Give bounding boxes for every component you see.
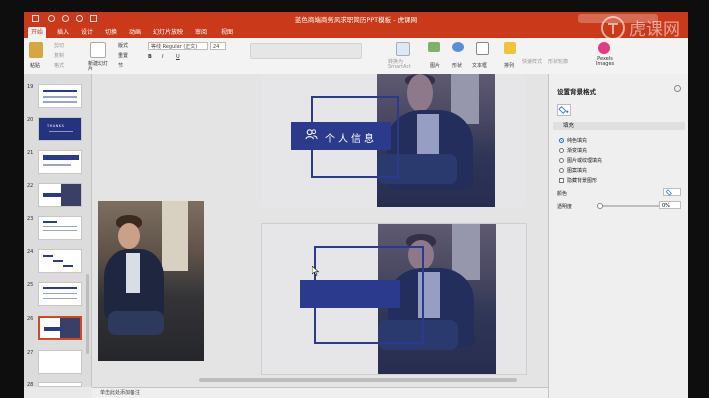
slide-number: 28: [27, 382, 34, 388]
tab-view[interactable]: 视图: [218, 27, 236, 38]
slide-number: 20: [27, 117, 34, 123]
picture-label: 图片: [430, 63, 441, 69]
slide-thumbnail-27[interactable]: [38, 350, 82, 374]
shape-icon[interactable]: [452, 42, 464, 52]
option-label: 图案填充: [567, 168, 588, 174]
tab-animations[interactable]: 动画: [126, 27, 144, 38]
color-label: 颜色: [557, 191, 568, 197]
font-name-select[interactable]: 等线 Regular (正文): [148, 42, 208, 50]
textbox-icon[interactable]: [476, 42, 489, 55]
shape-outline-button[interactable]: 形状轮廓: [548, 58, 568, 65]
slide-thumbnail-25[interactable]: [38, 282, 82, 306]
bold-icon[interactable]: B: [148, 54, 152, 60]
tab-home[interactable]: 开始: [28, 27, 47, 38]
loose-photo[interactable]: [98, 201, 204, 361]
solid-fill-radio[interactable]: [559, 138, 564, 143]
tab-design[interactable]: 设计: [78, 27, 96, 38]
reset-button[interactable]: 重置: [118, 52, 128, 59]
section-button[interactable]: 节: [118, 62, 123, 69]
option-label: 图片或纹理填充: [567, 158, 603, 164]
slide-top[interactable]: 个人信息: [261, 74, 525, 207]
slide-thumbnail-19[interactable]: [38, 84, 82, 108]
slide-number: 19: [27, 84, 34, 90]
layout-button[interactable]: 版式: [118, 42, 128, 49]
notes-pane[interactable]: 单击此处添加备注: [92, 387, 548, 398]
option-label: 隐藏背景图形: [567, 178, 598, 184]
slide-number: 27: [27, 350, 34, 356]
color-picker[interactable]: [663, 188, 681, 196]
transparency-input[interactable]: 0%: [659, 201, 681, 209]
picture-icon[interactable]: [428, 42, 440, 52]
mouse-cursor-icon: [312, 266, 320, 276]
option-label: 渐变填充: [567, 148, 588, 154]
thumbnail-scrollbar[interactable]: [86, 274, 89, 354]
pexels-label: Pexels Images: [595, 56, 615, 67]
huke-watermark-logo: 虎课网: [601, 16, 680, 40]
slide-thumbnail-28[interactable]: [38, 382, 82, 387]
gradient-fill-radio[interactable]: [559, 148, 564, 153]
slide-thumbnail-23[interactable]: [38, 216, 82, 240]
new-slide-icon[interactable]: [90, 42, 106, 58]
picture-fill-radio[interactable]: [559, 158, 564, 163]
pattern-fill-radio[interactable]: [559, 168, 564, 173]
slide-thumbnail-24[interactable]: [38, 249, 82, 273]
copy-button[interactable]: 复制: [54, 52, 64, 59]
slide-number: 25: [27, 282, 34, 288]
arrange-label: 排列: [504, 63, 515, 69]
ribbon-toolbar: 粘贴 剪切 复制 格式 新建幻灯片 版式 重置 节 等线 Regular (正文…: [24, 38, 688, 75]
slide-thumbnail-21[interactable]: [38, 150, 82, 174]
slide-thumbnail-22[interactable]: [38, 183, 82, 207]
quick-styles-button[interactable]: 快速样式: [522, 58, 542, 65]
arrange-icon[interactable]: [504, 42, 516, 54]
fill-section-header[interactable]: 填充: [553, 122, 685, 130]
paste-label: 粘贴: [30, 63, 41, 69]
paste-icon[interactable]: [29, 42, 43, 58]
ribbon-tabs: 开始 插入 设计 切换 动画 幻灯片放映 审阅 视图: [24, 26, 688, 38]
paint-bucket-icon: [666, 189, 672, 196]
smartart-icon[interactable]: [396, 42, 410, 56]
paragraph-group: [250, 43, 362, 59]
textbox-label: 文本框: [472, 63, 488, 69]
font-size-select[interactable]: 24: [210, 42, 226, 50]
tab-insert[interactable]: 插入: [54, 27, 72, 38]
slide-heading: 个人信息: [325, 134, 377, 145]
shape-label: 形状: [452, 63, 463, 69]
fill-bucket-icon[interactable]: [557, 104, 571, 116]
slide-number: 23: [27, 216, 34, 222]
slide-number: 22: [27, 183, 34, 189]
selected-rectangle[interactable]: [300, 280, 400, 308]
tab-review[interactable]: 审阅: [192, 27, 210, 38]
cut-button[interactable]: 剪切: [54, 42, 64, 49]
slider-knob[interactable]: [597, 203, 603, 209]
transparency-label: 透明度: [557, 204, 573, 210]
new-slide-label: 新建幻灯片: [88, 61, 109, 72]
hide-background-checkbox[interactable]: [559, 178, 564, 183]
user-group-icon: [305, 129, 318, 140]
underline-icon[interactable]: U: [176, 54, 180, 60]
svg-text:虎课网: 虎课网: [629, 20, 680, 40]
italic-icon[interactable]: I: [162, 54, 163, 60]
title-bar: 蓝色商端商务风求职简历PPT模板 - 虎课网: [24, 12, 688, 26]
slide-canvas: 个人信息: [92, 74, 548, 387]
pane-title: 设置背景格式: [557, 88, 596, 96]
close-icon[interactable]: [674, 85, 681, 92]
slide-thumbnails-panel: 19 20 THANKS 21 22 23 24 25 26 27 28: [24, 74, 92, 388]
title-bar-shape[interactable]: 个人信息: [291, 122, 391, 150]
tab-transitions[interactable]: 切换: [102, 27, 120, 38]
option-label: 纯色填充: [567, 138, 588, 144]
format-painter-button[interactable]: 格式: [54, 62, 64, 69]
tab-slideshow[interactable]: 幻灯片放映: [150, 27, 186, 38]
powerpoint-window: 蓝色商端商务风求职简历PPT模板 - 虎课网 开始 插入 设计 切换 动画 幻灯…: [24, 12, 688, 398]
slide-number: 21: [27, 150, 34, 156]
slide-thumbnail-26[interactable]: [38, 316, 82, 340]
slide-thumbnail-20[interactable]: THANKS: [38, 117, 82, 141]
smartart-label: 转换为SmartArt: [388, 59, 411, 70]
slide-number: 24: [27, 249, 34, 255]
thumbnail-title: THANKS: [47, 124, 65, 128]
slide-current[interactable]: [261, 223, 527, 375]
format-background-pane: 设置背景格式 填充 纯色填充 渐变填充 图片或纹理填充 图案填充 隐藏背景图形 …: [548, 74, 688, 398]
slide-number: 26: [27, 316, 34, 322]
canvas-scrollbar[interactable]: [199, 378, 517, 382]
